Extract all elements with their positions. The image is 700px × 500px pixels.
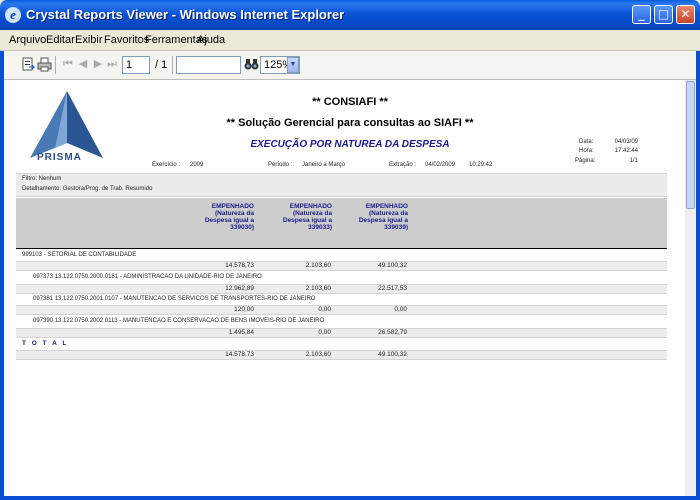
page-total-label: / 1 bbox=[155, 59, 168, 71]
periodo-value: Janeiro a Março bbox=[302, 162, 346, 168]
table-cell: 2.103,60 bbox=[305, 262, 331, 269]
column-header-line: EMPENHADO bbox=[211, 203, 254, 210]
column-header-line: (Natureza da bbox=[292, 210, 332, 217]
extracao-date: 04/02/2009 bbox=[425, 162, 456, 168]
extracao-label: Extração : bbox=[389, 162, 417, 168]
column-header-339033: EMPENHADO (Natureza da Despesa igual a 3… bbox=[258, 203, 332, 231]
column-header-339030: EMPENHADO (Natureza da Despesa igual a 3… bbox=[180, 203, 254, 231]
table-cell: 14.578,73 bbox=[225, 262, 254, 269]
table-cell: 2.103,60 bbox=[305, 285, 331, 292]
column-header-line: Despesa igual a bbox=[204, 217, 254, 224]
page-number-input[interactable]: 1 bbox=[122, 56, 150, 74]
column-header-line: Despesa igual a bbox=[282, 217, 332, 224]
menu-arquivo[interactable]: Arquivo bbox=[9, 34, 46, 46]
table-row-band bbox=[16, 305, 667, 315]
search-text-input[interactable] bbox=[176, 56, 241, 74]
chevron-down-icon[interactable]: ▼ bbox=[287, 57, 299, 73]
toolbar-separator bbox=[172, 56, 173, 74]
total-cell: 14.578,73 bbox=[225, 351, 254, 358]
total-cell: 2.103,60 bbox=[305, 351, 331, 358]
extracao-time: 10:29:42 bbox=[469, 162, 493, 168]
table-cell: 0,00 bbox=[318, 306, 331, 313]
window-frame-bottom bbox=[0, 496, 700, 500]
report-title-2: ** Solução Gerencial para consultas ao S… bbox=[226, 117, 474, 129]
menu-ajuda[interactable]: Ajuda bbox=[197, 34, 225, 46]
pagina-label: Página: bbox=[575, 158, 596, 164]
window-title: Crystal Reports Viewer - Windows Interne… bbox=[26, 7, 345, 22]
previous-page-icon[interactable]: ◀ bbox=[75, 57, 91, 72]
hora-label: Hora: bbox=[579, 148, 594, 154]
filter-band bbox=[16, 173, 667, 197]
menu-editar[interactable]: Editar bbox=[46, 34, 75, 46]
exercicio-value: 2009 bbox=[190, 162, 204, 168]
table-row-band bbox=[16, 284, 667, 294]
ie-icon: e bbox=[5, 7, 21, 23]
table-row-band bbox=[16, 261, 667, 271]
table-row-label: 999103 - SETORIAL DE CONTABILIDADE bbox=[22, 252, 137, 258]
filtro-text: Filtro: Nenhum bbox=[22, 176, 62, 182]
column-header-line: 339033) bbox=[308, 224, 332, 231]
export-icon[interactable] bbox=[20, 57, 36, 72]
table-cell: 1.495,84 bbox=[228, 329, 254, 336]
column-header-line: EMPENHADO bbox=[365, 203, 408, 210]
hora-value: 17:42:44 bbox=[614, 148, 638, 154]
table-cell: 49.100,32 bbox=[378, 262, 407, 269]
exercicio-label: Exercício : bbox=[152, 162, 181, 168]
column-header-line: Despesa igual a bbox=[358, 217, 408, 224]
menu-favoritos[interactable]: Favoritos bbox=[104, 34, 149, 46]
report-title: ** CONSIAFI ** bbox=[312, 96, 388, 108]
report-subtitle: EXECUÇÃO POR NATUREA DA DESPESA bbox=[250, 139, 450, 150]
table-cell: 0,00 bbox=[394, 306, 407, 313]
total-row-band bbox=[16, 350, 667, 360]
minimize-button[interactable]: _ bbox=[632, 5, 651, 24]
column-header-339039: EMPENHADO (Natureza da Despesa igual a 3… bbox=[334, 203, 408, 231]
logo-text: PRISMA bbox=[37, 152, 82, 163]
periodo-label: Período : bbox=[268, 162, 293, 168]
first-page-icon[interactable]: ⏮ bbox=[60, 57, 76, 72]
table-cell: 26.582,79 bbox=[378, 329, 407, 336]
table-cell: 120,00 bbox=[234, 306, 254, 313]
toolbar-separator bbox=[55, 56, 56, 74]
last-page-icon[interactable]: ⏭ bbox=[104, 57, 120, 72]
header-divider bbox=[16, 248, 667, 249]
binoculars-search-icon[interactable] bbox=[243, 57, 259, 72]
table-row-band bbox=[16, 328, 667, 338]
menu-exibir[interactable]: Exibir bbox=[75, 34, 103, 46]
table-cell: 0,00 bbox=[318, 329, 331, 336]
table-row-label: 097390 13.122.0750.2002.0113 - MANUTENCA… bbox=[33, 318, 325, 324]
data-value: 04/03/09 bbox=[614, 139, 638, 145]
detalhamento-text: Detalhamento: Gestora/Prog. de Trab. Res… bbox=[22, 186, 153, 192]
close-button[interactable]: ✕ bbox=[676, 5, 695, 24]
table-row-label: 097381 13.122.0750.2001.0107 - MANUTENCA… bbox=[33, 296, 316, 302]
table-row-label: 097373 13.122.0750.2000.0181 - ADMINISTR… bbox=[33, 274, 262, 280]
data-label: Data: bbox=[579, 139, 594, 145]
total-label: T O T A L bbox=[22, 340, 69, 347]
column-header-line: (Natureza da bbox=[214, 210, 254, 217]
table-cell: 12.962,89 bbox=[225, 285, 254, 292]
maximize-button[interactable]: □ bbox=[654, 5, 673, 24]
column-header-line: EMPENHADO bbox=[289, 203, 332, 210]
column-header-line: 339039) bbox=[384, 224, 408, 231]
pagina-value: 1/1 bbox=[629, 158, 638, 164]
table-cell: 22.517,53 bbox=[378, 285, 407, 292]
print-icon[interactable] bbox=[36, 57, 52, 72]
column-header-line: (Natureza da bbox=[368, 210, 408, 217]
column-header-line: 339030) bbox=[230, 224, 254, 231]
total-cell: 49.100,32 bbox=[378, 351, 407, 358]
